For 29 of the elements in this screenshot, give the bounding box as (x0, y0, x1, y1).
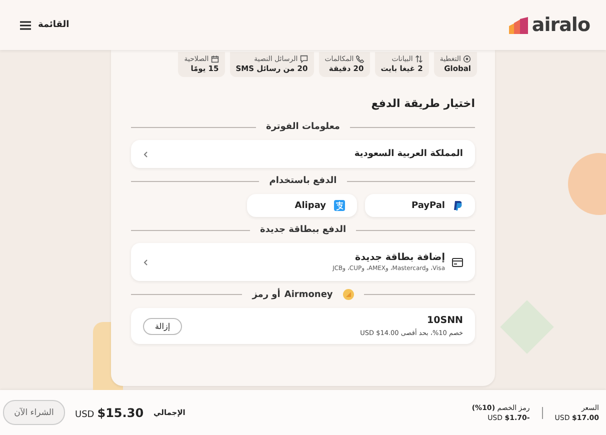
page-title: اختيار طريقة الدفع (370, 97, 475, 110)
payment-method-button[interactable]: PayPal (365, 194, 475, 217)
add-card-title: إضافة بطاقة جديدة (354, 252, 445, 263)
calendar-icon (210, 55, 219, 63)
country-name: المملكة العربية السعودية (354, 149, 463, 159)
remove-button[interactable]: إزالة (143, 318, 182, 334)
section-heading: الدفع ببطاقة جديدة (260, 225, 346, 235)
chevron-icon (143, 258, 148, 266)
section-heading: الدفع باستخدام (269, 176, 337, 186)
location-pin-icon (463, 55, 471, 63)
promo-code: 10SNN (426, 315, 463, 326)
menu-button[interactable]: القائمة (18, 18, 72, 32)
paypal-icon (453, 200, 463, 211)
payment-method-button[interactable]: Alipay (247, 194, 357, 217)
section-heading: معلومات الفوترة (266, 122, 340, 132)
buy-now-button[interactable]: الشراء الآن (3, 400, 65, 425)
country-selector[interactable]: المملكة العربية السعودية (131, 140, 475, 168)
phone-icon (356, 55, 364, 63)
menu-icon (20, 20, 31, 30)
logo-icon (508, 16, 529, 34)
credit-card-icon (452, 258, 463, 266)
up-down-arrows-icon (414, 55, 423, 63)
alipay-icon (334, 200, 345, 211)
chevron-icon (143, 150, 148, 158)
logo[interactable]: airalo (532, 14, 590, 36)
chat-bubble-icon (300, 55, 308, 63)
currency: USD (75, 410, 94, 420)
total-amount: $15.30 (97, 406, 144, 420)
coin-icon (342, 289, 354, 300)
